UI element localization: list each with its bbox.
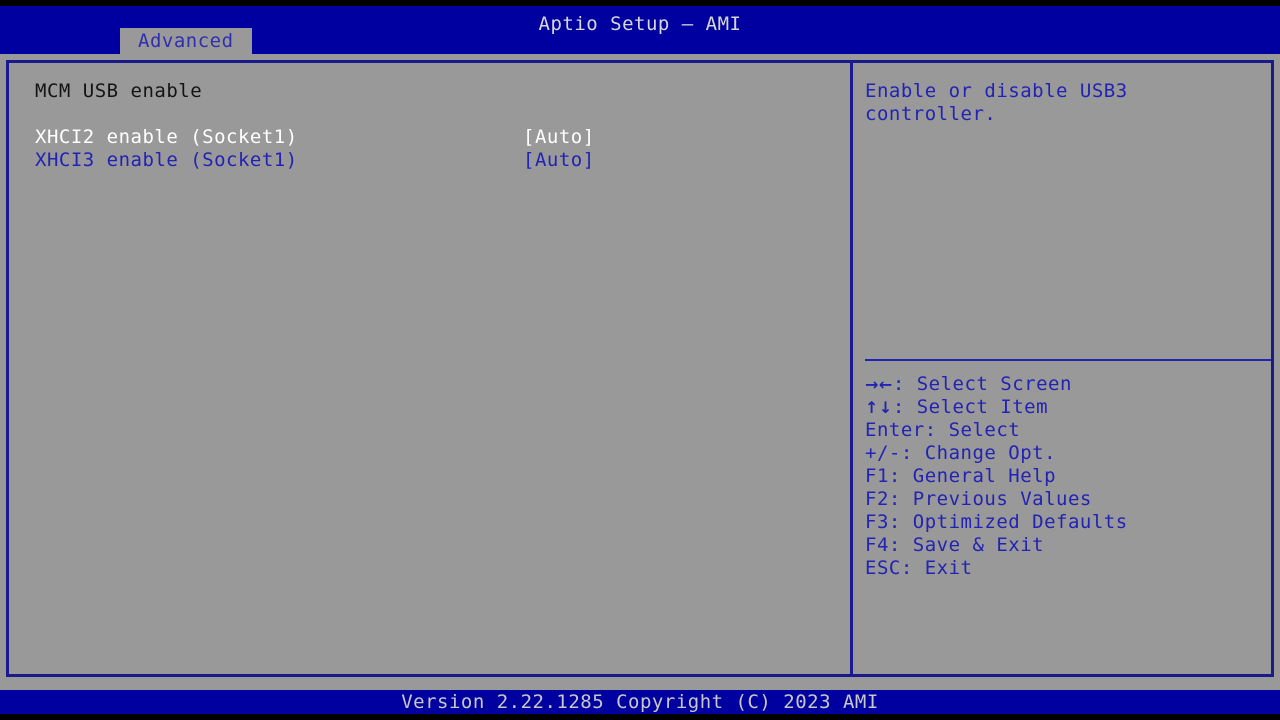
- settings-pane: MCM USB enable XHCI2 enable (Socket1) [Au…: [9, 63, 850, 674]
- legend-separator: :: [924, 419, 949, 441]
- legend-separator: :: [888, 534, 913, 556]
- legend-action: Optimized Defaults: [912, 511, 1128, 533]
- legend-action: Previous Values: [912, 488, 1092, 510]
- key-legend: →←: Select Screen ↑↓: Select Item Enter: S…: [865, 373, 1271, 580]
- legend-line: +/-: Change Opt.: [865, 442, 1271, 465]
- setting-label: XHCI3 enable (Socket1): [35, 149, 298, 171]
- legend-action: Change Opt.: [924, 442, 1057, 464]
- legend-line: F4: Save & Exit: [865, 534, 1271, 557]
- help-text: Enable or disable USB3 controller.: [865, 80, 1128, 125]
- legend-action: General Help: [912, 465, 1057, 487]
- legend-key: ESC: [865, 557, 901, 579]
- setting-value[interactable]: [Auto]: [523, 149, 595, 172]
- legend-action: Select Item: [916, 396, 1049, 418]
- help-pane: Enable or disable USB3 controller. →←: S…: [853, 63, 1271, 674]
- legend-line: ESC: Exit: [865, 557, 1271, 580]
- legend-separator: :: [888, 511, 913, 533]
- setting-row[interactable]: XHCI2 enable (Socket1) [Auto]: [35, 126, 850, 149]
- legend-key: +/-: [865, 442, 901, 464]
- help-separator: [865, 359, 1271, 361]
- legend-action: Save & Exit: [912, 534, 1045, 556]
- setting-label: XHCI2 enable (Socket1): [35, 126, 298, 148]
- legend-action: Select Screen: [916, 373, 1072, 395]
- section-header: MCM USB enable: [35, 80, 203, 102]
- settings-list: XHCI2 enable (Socket1) [Auto] XHCI3 enable…: [35, 126, 850, 172]
- legend-separator: :: [892, 373, 917, 395]
- legend-separator: :: [900, 557, 925, 579]
- legend-separator: :: [900, 442, 925, 464]
- footer-version-text: Version 2.22.1285 Copyright (C) 2023 AMI: [401, 691, 879, 713]
- legend-key: Enter: [865, 419, 925, 441]
- footer-bar: Version 2.22.1285 Copyright (C) 2023 AMI: [0, 690, 1280, 714]
- legend-line: F2: Previous Values: [865, 488, 1271, 511]
- legend-line: →←: Select Screen: [865, 373, 1271, 396]
- legend-line: Enter: Select: [865, 419, 1271, 442]
- legend-separator: :: [892, 396, 917, 418]
- legend-key: F4: [865, 534, 889, 556]
- setting-value[interactable]: [Auto]: [523, 126, 595, 149]
- legend-separator: :: [888, 465, 913, 487]
- setting-row[interactable]: XHCI3 enable (Socket1) [Auto]: [35, 149, 850, 172]
- main-panel-frame: MCM USB enable XHCI2 enable (Socket1) [Au…: [6, 60, 1274, 677]
- arrow-keys-icon: →←: [865, 375, 893, 394]
- legend-line: F3: Optimized Defaults: [865, 511, 1271, 534]
- legend-line: F1: General Help: [865, 465, 1271, 488]
- body-area: MCM USB enable XHCI2 enable (Socket1) [Au…: [0, 54, 1280, 690]
- legend-key: F3: [865, 511, 889, 533]
- legend-separator: :: [888, 488, 913, 510]
- legend-action: Exit: [924, 557, 973, 579]
- legend-key: F1: [865, 465, 889, 487]
- legend-key: F2: [865, 488, 889, 510]
- menu-tab-bar: Advanced: [120, 28, 252, 54]
- bios-setup-screen: Aptio Setup – AMI Advanced MCM USB enabl…: [0, 0, 1280, 720]
- legend-action: Select: [948, 419, 1021, 441]
- menu-tab-advanced[interactable]: Advanced: [120, 28, 252, 54]
- legend-line: ↑↓: Select Item: [865, 396, 1271, 419]
- arrow-keys-icon: ↑↓: [865, 398, 893, 417]
